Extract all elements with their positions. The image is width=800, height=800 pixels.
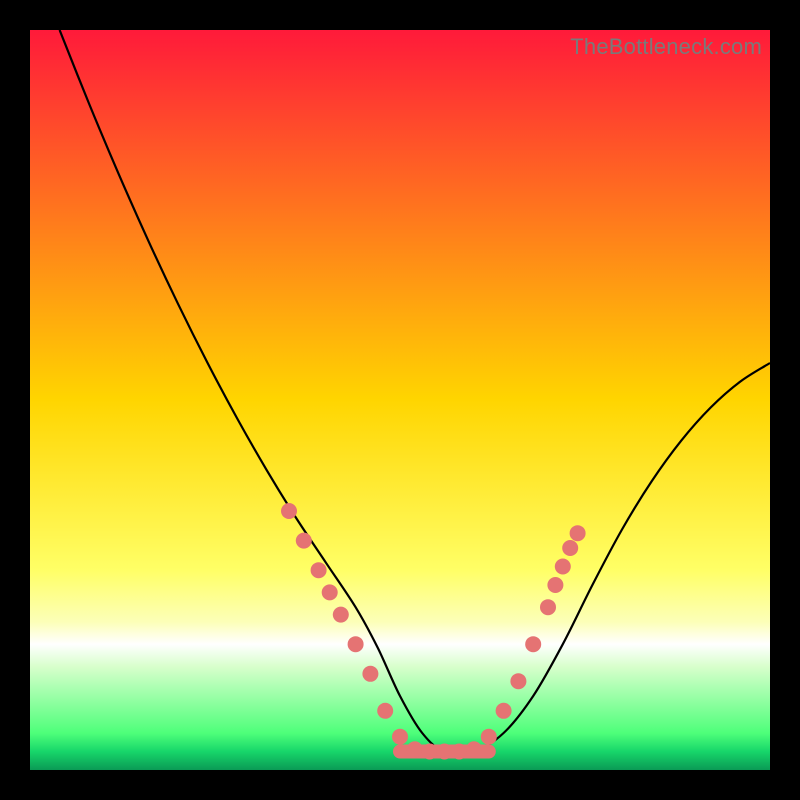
data-point: [466, 741, 482, 757]
data-point: [547, 577, 563, 593]
gradient-background: [30, 30, 770, 770]
data-point: [510, 673, 526, 689]
data-point: [407, 741, 423, 757]
data-point: [562, 540, 578, 556]
bottleneck-chart: [30, 30, 770, 770]
data-point: [333, 607, 349, 623]
data-point: [496, 703, 512, 719]
data-point: [392, 729, 408, 745]
data-point: [555, 559, 571, 575]
data-point: [525, 636, 541, 652]
data-point: [377, 703, 393, 719]
chart-frame: TheBottleneck.com: [30, 30, 770, 770]
data-point: [281, 503, 297, 519]
data-point: [422, 744, 438, 760]
watermark-text: TheBottleneck.com: [570, 34, 762, 60]
data-point: [311, 562, 327, 578]
data-point: [570, 525, 586, 541]
data-point: [540, 599, 556, 615]
data-point: [322, 584, 338, 600]
data-point: [296, 533, 312, 549]
data-point: [348, 636, 364, 652]
data-point: [436, 744, 452, 760]
data-point: [481, 729, 497, 745]
data-point: [362, 666, 378, 682]
data-point: [451, 744, 467, 760]
